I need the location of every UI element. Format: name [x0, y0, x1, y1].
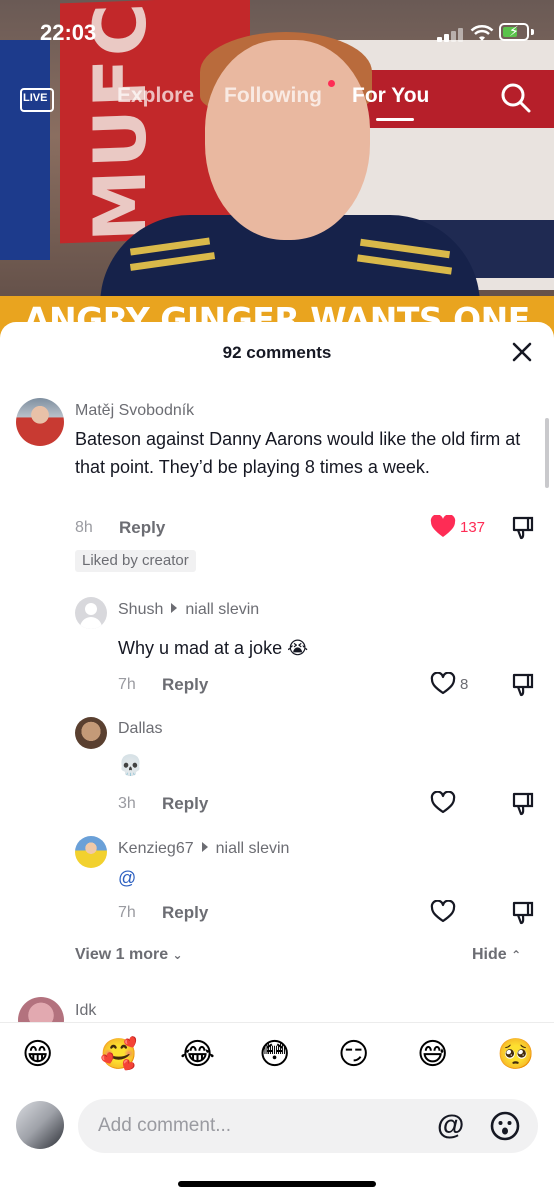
like-count: 8 [460, 676, 469, 693]
battery-nub [531, 29, 534, 35]
reply-text: Why u mad at a joke 😭 [118, 638, 309, 658]
hide-label: Hide [472, 946, 507, 963]
reply-arrow-icon [171, 603, 178, 613]
comment-composer: 😁 🥰 😂 😳 😏 😅 🥺 @ [0, 1022, 554, 1200]
my-avatar[interactable] [16, 1101, 64, 1149]
heart-outline-icon[interactable] [430, 900, 456, 924]
scrollbar[interactable] [545, 418, 549, 488]
reply-button[interactable]: Reply [162, 903, 208, 923]
heart-outline-icon[interactable] [430, 791, 456, 815]
heart-filled-icon[interactable] [430, 515, 456, 539]
reply-text[interactable]: @ [118, 868, 136, 889]
view-more-replies-button[interactable]: View 1 more ⌄ [75, 946, 183, 964]
comments-header: 92 comments [0, 322, 554, 380]
emoji-pleading-button[interactable]: 🥺 [497, 1037, 534, 1072]
reply-arrow-icon [201, 842, 208, 852]
live-tv-icon[interactable]: LIVE [20, 80, 56, 112]
comment-author[interactable]: Idk [75, 1002, 96, 1020]
reply-author[interactable]: Kenzieg67 [118, 840, 194, 857]
emoji-joy-button[interactable]: 😂 [180, 1037, 215, 1072]
quick-emoji-row: 😁 🥰 😂 😳 😏 😅 🥺 [0, 1037, 554, 1081]
notification-dot [328, 80, 335, 87]
reply-to-user[interactable]: niall slevin [185, 601, 259, 618]
tab-following[interactable]: Following [224, 84, 322, 108]
status-time: 22:03 [40, 20, 97, 45]
reply-to-user[interactable]: niall slevin [216, 840, 290, 857]
avatar[interactable] [16, 398, 64, 446]
wifi-icon [470, 24, 494, 41]
reply-button[interactable]: Reply [119, 518, 165, 538]
tab-for-you[interactable]: For You [352, 84, 429, 108]
comment-input-bar: @ [0, 1095, 554, 1155]
dislike-icon[interactable] [511, 791, 535, 817]
tiktok-screen: MUFC ANGRY GINGER WANTS ONE 22:03 ⚡ LIVE… [0, 0, 554, 1200]
cellular-signal-icon [437, 26, 463, 42]
person-face [205, 40, 370, 240]
comment-input[interactable] [78, 1099, 538, 1153]
view-more-label: View 1 more [75, 946, 169, 963]
emoji-grin-button[interactable]: 😁 [22, 1037, 53, 1072]
background-jersey [0, 40, 50, 260]
emoji-flushed-button[interactable]: 😳 [259, 1037, 290, 1072]
reply-time: 7h [118, 904, 136, 921]
dislike-icon[interactable] [511, 672, 535, 698]
avatar[interactable] [75, 597, 107, 629]
reply-time: 3h [118, 795, 136, 812]
heart-outline-icon[interactable] [430, 672, 456, 696]
emoji-smirk-button[interactable]: 😏 [338, 1037, 369, 1072]
tab-explore[interactable]: Explore [117, 84, 194, 108]
comment-time: 8h [75, 519, 93, 536]
comment-count: 92 comments [222, 343, 332, 362]
reply-author-line: Shush niall slevin [118, 601, 259, 619]
comment-text: Bateson against Danny Aarons would like … [75, 429, 521, 477]
reply-button[interactable]: Reply [162, 794, 208, 814]
battery-icon: ⚡ [499, 23, 529, 41]
dislike-icon[interactable] [511, 900, 535, 926]
avatar[interactable] [75, 717, 107, 749]
comment-author[interactable]: Matěj Svobodník [75, 402, 194, 420]
mention-button[interactable]: @ [437, 1109, 464, 1141]
emoji-sweat-smile-button[interactable]: 😅 [417, 1037, 448, 1072]
like-count: 137 [460, 519, 486, 536]
status-bar: 22:03 ⚡ [0, 0, 554, 60]
emoji-picker-icon[interactable] [489, 1110, 521, 1142]
reply-author-line: Kenzieg67 niall slevin [118, 840, 289, 858]
hide-replies-button[interactable]: Hide ⌃ [472, 946, 521, 964]
reply-author[interactable]: Shush [118, 601, 163, 618]
chevron-up-icon: ⌃ [511, 948, 522, 962]
search-icon[interactable] [500, 82, 532, 114]
chevron-down-icon: ⌄ [172, 948, 183, 962]
close-icon[interactable] [511, 341, 533, 363]
reply-author[interactable]: Dallas [118, 720, 162, 738]
home-indicator[interactable] [178, 1181, 376, 1187]
top-navigation: LIVE Explore Following For You [0, 78, 554, 128]
reply-text: 💀 [118, 755, 143, 777]
emoji-hearts-button[interactable]: 🥰 [100, 1037, 137, 1072]
avatar[interactable] [75, 836, 107, 868]
dislike-icon[interactable] [511, 515, 535, 541]
liked-by-creator-badge: Liked by creator [75, 550, 196, 572]
reply-time: 7h [118, 676, 136, 693]
reply-button[interactable]: Reply [162, 675, 208, 695]
active-tab-indicator [376, 118, 414, 121]
